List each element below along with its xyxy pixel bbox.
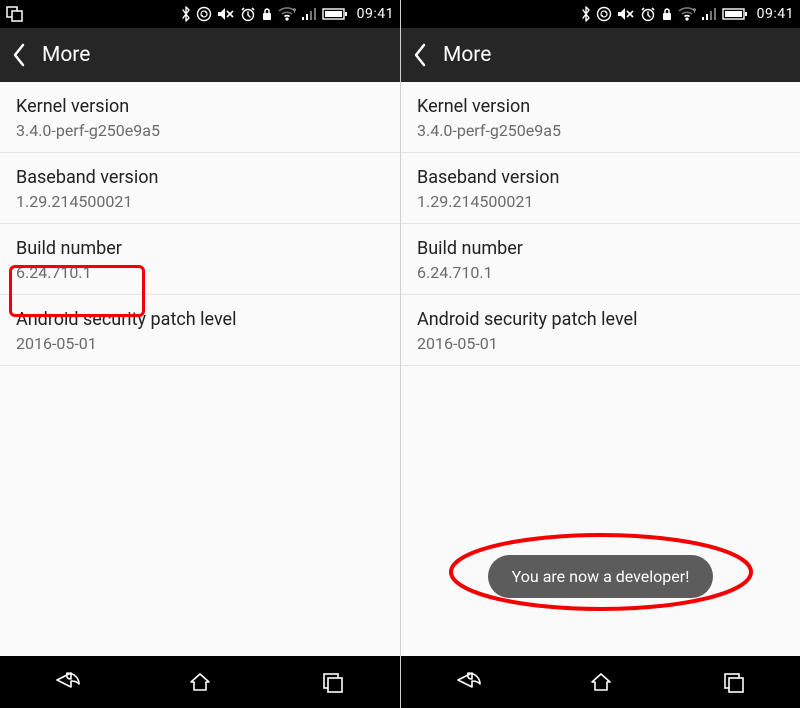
- lock-rotation-icon: [661, 6, 673, 22]
- row-label: Android security patch level: [16, 309, 384, 330]
- phone-right: ? 09:41 More Kernel version 3.4.0-perf-g…: [400, 0, 800, 708]
- svg-text:?: ?: [293, 8, 296, 15]
- row-baseband-version[interactable]: Baseband version 1.29.214500021: [0, 153, 400, 224]
- clock-text: 09:41: [357, 6, 394, 22]
- alarm-icon: [240, 6, 256, 22]
- row-build-number[interactable]: Build number 6.24.710.1: [401, 224, 800, 295]
- navigation-bar: [401, 656, 800, 708]
- appbar: More: [0, 28, 400, 82]
- row-label: Baseband version: [417, 167, 784, 188]
- statusbar: ? 09:41: [401, 0, 800, 28]
- nav-back-button[interactable]: [438, 662, 498, 702]
- nav-recent-button[interactable]: [704, 662, 764, 702]
- row-value: 2016-05-01: [16, 334, 384, 353]
- bluetooth-icon: [581, 6, 591, 22]
- sync-icon: [196, 6, 212, 22]
- row-label: Kernel version: [16, 96, 384, 117]
- cell-signal-icon: [701, 7, 717, 21]
- row-label: Kernel version: [417, 96, 784, 117]
- navigation-bar: [0, 656, 400, 708]
- battery-icon: [722, 7, 748, 21]
- sync-icon: [596, 6, 612, 22]
- settings-list: Kernel version 3.4.0-perf-g250e9a5 Baseb…: [0, 82, 400, 656]
- bluetooth-icon: [181, 6, 191, 22]
- back-button[interactable]: [411, 41, 429, 69]
- nav-home-button[interactable]: [571, 662, 631, 702]
- nav-recent-button[interactable]: [303, 662, 363, 702]
- statusbar: ? 09:41: [0, 0, 400, 28]
- row-value: 6.24.710.1: [417, 263, 784, 282]
- row-value: 1.29.214500021: [16, 192, 384, 211]
- alarm-icon: [640, 6, 656, 22]
- row-label: Baseband version: [16, 167, 384, 188]
- mute-icon: [217, 7, 235, 21]
- clock-text: 09:41: [757, 6, 794, 22]
- nav-back-button[interactable]: [37, 662, 97, 702]
- row-security-patch[interactable]: Android security patch level 2016-05-01: [0, 295, 400, 366]
- two-phone-comparison: ? 09:41 More Kernel version 3.4.0-perf-g…: [0, 0, 800, 708]
- row-label: Android security patch level: [417, 309, 784, 330]
- wifi-icon: ?: [278, 7, 296, 21]
- svg-text:?: ?: [693, 8, 696, 15]
- row-label: Build number: [16, 238, 384, 259]
- cell-signal-icon: [301, 7, 317, 21]
- appbar: More: [401, 28, 800, 82]
- row-value: 1.29.214500021: [417, 192, 784, 211]
- row-baseband-version[interactable]: Baseband version 1.29.214500021: [401, 153, 800, 224]
- row-kernel-version[interactable]: Kernel version 3.4.0-perf-g250e9a5: [401, 82, 800, 153]
- row-value: 3.4.0-perf-g250e9a5: [16, 121, 384, 140]
- row-kernel-version[interactable]: Kernel version 3.4.0-perf-g250e9a5: [0, 82, 400, 153]
- back-button[interactable]: [10, 41, 28, 69]
- row-security-patch[interactable]: Android security patch level 2016-05-01: [401, 295, 800, 366]
- appbar-title: More: [443, 43, 491, 67]
- row-value: 3.4.0-perf-g250e9a5: [417, 121, 784, 140]
- settings-list: Kernel version 3.4.0-perf-g250e9a5 Baseb…: [401, 82, 800, 656]
- screenshot-icon: [6, 6, 24, 22]
- row-value: 6.24.710.1: [16, 263, 384, 282]
- battery-icon: [322, 7, 348, 21]
- lock-rotation-icon: [261, 6, 273, 22]
- appbar-title: More: [42, 43, 90, 67]
- row-value: 2016-05-01: [417, 334, 784, 353]
- nav-home-button[interactable]: [170, 662, 230, 702]
- row-build-number[interactable]: Build number 6.24.710.1: [0, 224, 400, 295]
- wifi-icon: ?: [678, 7, 696, 21]
- phone-left: ? 09:41 More Kernel version 3.4.0-perf-g…: [0, 0, 400, 708]
- row-label: Build number: [417, 238, 784, 259]
- mute-icon: [617, 7, 635, 21]
